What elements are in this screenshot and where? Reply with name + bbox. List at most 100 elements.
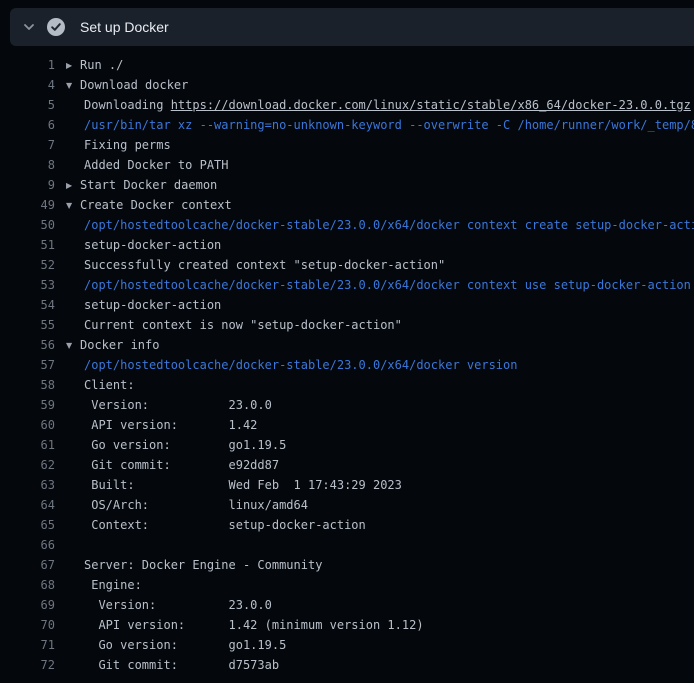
line-number[interactable]: 52 bbox=[0, 255, 55, 275]
line-number[interactable]: 65 bbox=[0, 515, 55, 535]
line-number[interactable]: 70 bbox=[0, 615, 55, 635]
log-line: 66 bbox=[0, 535, 694, 555]
line-number[interactable]: 5 bbox=[0, 95, 55, 115]
log-line: 64 OS/Arch: linux/amd64 bbox=[0, 495, 694, 515]
log-container[interactable]: 1▶Run ./4▼Download docker5Downloading ht… bbox=[0, 46, 694, 683]
line-number[interactable]: 58 bbox=[0, 375, 55, 395]
log-text: API version: 1.42 bbox=[84, 418, 257, 432]
log-line: 62 Git commit: e92dd87 bbox=[0, 455, 694, 475]
log-text: Version: 23.0.0 bbox=[84, 398, 272, 412]
log-text: /opt/hostedtoolcache/docker-stable/23.0.… bbox=[84, 278, 691, 292]
log-text: setup-docker-action bbox=[84, 238, 221, 252]
log-text: Download docker bbox=[80, 78, 188, 92]
line-number[interactable]: 68 bbox=[0, 575, 55, 595]
log-text: Added Docker to PATH bbox=[84, 158, 229, 172]
log-text: API version: 1.42 (minimum version 1.12) bbox=[84, 618, 424, 632]
triangle-down-icon: ▼ bbox=[66, 196, 80, 215]
log-line: 59 Version: 23.0.0 bbox=[0, 395, 694, 415]
line-number[interactable]: 55 bbox=[0, 315, 55, 335]
log-text: Current context is now "setup-docker-act… bbox=[84, 318, 402, 332]
log-line: 63 Built: Wed Feb 1 17:43:29 2023 bbox=[0, 475, 694, 495]
log-line: 50/opt/hostedtoolcache/docker-stable/23.… bbox=[0, 215, 694, 235]
log-text: Docker info bbox=[80, 338, 159, 352]
line-number[interactable]: 50 bbox=[0, 215, 55, 235]
log-text: /opt/hostedtoolcache/docker-stable/23.0.… bbox=[84, 218, 694, 232]
log-line: 8 Added Docker to PATH bbox=[0, 155, 694, 175]
line-number[interactable]: 54 bbox=[0, 295, 55, 315]
line-number[interactable]: 69 bbox=[0, 595, 55, 615]
log-line: 55 Current context is now "setup-docker-a… bbox=[0, 315, 694, 335]
log-line: 71 Go version: go1.19.5 bbox=[0, 635, 694, 655]
line-number[interactable]: 53 bbox=[0, 275, 55, 295]
log-text: OS/Arch: linux/amd64 bbox=[84, 498, 308, 512]
step-header[interactable]: Set up Docker bbox=[10, 8, 694, 46]
log-text: Git commit: d7573ab bbox=[84, 658, 279, 672]
log-link[interactable]: https://download.docker.com/linux/static… bbox=[171, 98, 691, 112]
line-number[interactable]: 1 bbox=[0, 55, 55, 75]
log-group-header[interactable]: 1▶Run ./ bbox=[0, 55, 694, 75]
log-text: /opt/hostedtoolcache/docker-stable/23.0.… bbox=[84, 358, 517, 372]
log-text: Fixing perms bbox=[84, 138, 171, 152]
log-line: 51 setup-docker-action bbox=[0, 235, 694, 255]
triangle-down-icon: ▼ bbox=[66, 76, 80, 95]
log-group-header[interactable]: 9 ▶Start Docker daemon bbox=[0, 175, 694, 195]
line-number[interactable]: 66 bbox=[0, 535, 55, 555]
log-text: Built: Wed Feb 1 17:43:29 2023 bbox=[84, 478, 402, 492]
log-group-header[interactable]: 49 ▼Create Docker context bbox=[0, 195, 694, 215]
log-text: Go version: go1.19.5 bbox=[84, 638, 286, 652]
line-number[interactable]: 72 bbox=[0, 655, 55, 675]
log-line: 6/usr/bin/tar xz --warning=no-unknown-ke… bbox=[0, 115, 694, 135]
log-text: Go version: go1.19.5 bbox=[84, 438, 286, 452]
line-number[interactable]: 61 bbox=[0, 435, 55, 455]
line-number[interactable]: 51 bbox=[0, 235, 55, 255]
triangle-right-icon: ▶ bbox=[66, 176, 80, 195]
log-lines: 1▶Run ./4▼Download docker5Downloading ht… bbox=[0, 55, 694, 675]
line-number[interactable]: 9 bbox=[0, 175, 55, 195]
line-number[interactable]: 71 bbox=[0, 635, 55, 655]
log-line: 69 Version: 23.0.0 bbox=[0, 595, 694, 615]
check-circle-icon bbox=[47, 18, 65, 36]
log-line: 68 Engine: bbox=[0, 575, 694, 595]
log-text: Successfully created context "setup-dock… bbox=[84, 258, 445, 272]
log-line: 57/opt/hostedtoolcache/docker-stable/23.… bbox=[0, 355, 694, 375]
log-text: Git commit: e92dd87 bbox=[84, 458, 279, 472]
line-number[interactable]: 60 bbox=[0, 415, 55, 435]
log-group-header[interactable]: 56 ▼Docker info bbox=[0, 335, 694, 355]
triangle-right-icon: ▶ bbox=[66, 56, 80, 75]
log-group-header[interactable]: 4 ▼Download docker bbox=[0, 75, 694, 95]
line-number[interactable]: 62 bbox=[0, 455, 55, 475]
line-number[interactable]: 4 bbox=[0, 75, 55, 95]
log-line: 52 Successfully created context "setup-do… bbox=[0, 255, 694, 275]
step-title: Set up Docker bbox=[80, 19, 169, 35]
line-number[interactable]: 63 bbox=[0, 475, 55, 495]
line-number[interactable]: 64 bbox=[0, 495, 55, 515]
log-line: 58 Client: bbox=[0, 375, 694, 395]
log-text: /usr/bin/tar xz --warning=no-unknown-key… bbox=[84, 118, 694, 132]
log-text: setup-docker-action bbox=[84, 298, 221, 312]
log-text: Downloading bbox=[84, 98, 171, 112]
log-text: Create Docker context bbox=[80, 198, 232, 212]
log-line: 65 Context: setup-docker-action bbox=[0, 515, 694, 535]
log-text: Client: bbox=[84, 378, 135, 392]
log-line: 61 Go version: go1.19.5 bbox=[0, 435, 694, 455]
log-text: Version: 23.0.0 bbox=[84, 598, 272, 612]
triangle-down-icon: ▼ bbox=[66, 336, 80, 355]
line-number[interactable]: 57 bbox=[0, 355, 55, 375]
log-text: Start Docker daemon bbox=[80, 178, 217, 192]
log-text: Context: setup-docker-action bbox=[84, 518, 366, 532]
line-number[interactable]: 8 bbox=[0, 155, 55, 175]
log-line: 53/opt/hostedtoolcache/docker-stable/23.… bbox=[0, 275, 694, 295]
log-line: 60 API version: 1.42 bbox=[0, 415, 694, 435]
log-text: Engine: bbox=[84, 578, 142, 592]
line-number[interactable]: 56 bbox=[0, 335, 55, 355]
log-text: Server: Docker Engine - Community bbox=[84, 558, 322, 572]
log-line: 72 Git commit: d7573ab bbox=[0, 655, 694, 675]
line-number[interactable]: 49 bbox=[0, 195, 55, 215]
line-number[interactable]: 7 bbox=[0, 135, 55, 155]
log-line: 70 API version: 1.42 (minimum version 1.… bbox=[0, 615, 694, 635]
chevron-down-icon[interactable] bbox=[18, 16, 40, 38]
line-number[interactable]: 6 bbox=[0, 115, 55, 135]
line-number[interactable]: 59 bbox=[0, 395, 55, 415]
log-line: 5 Downloading https://download.docker.com… bbox=[0, 95, 694, 115]
line-number[interactable]: 67 bbox=[0, 555, 55, 575]
